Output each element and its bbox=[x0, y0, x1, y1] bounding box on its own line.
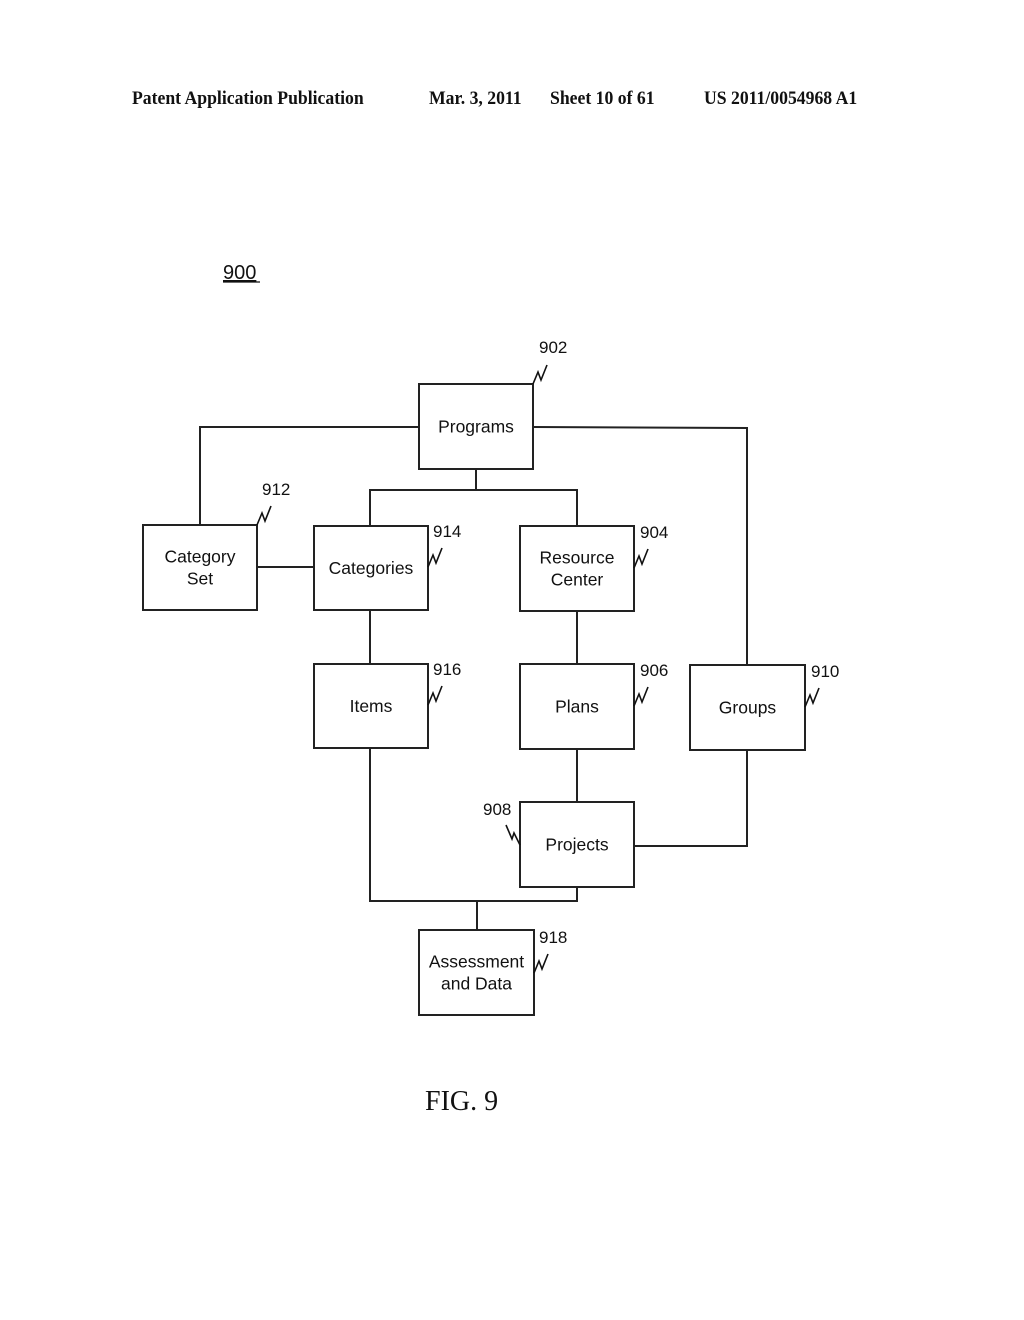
node-label-assessment-data: and Data bbox=[441, 974, 512, 994]
reference-numeral-914: 914 bbox=[433, 522, 461, 541]
node-label-plans: Plans bbox=[555, 697, 599, 717]
node-label-projects: Projects bbox=[545, 835, 608, 855]
node-label-items: Items bbox=[350, 696, 393, 716]
lead-line-squiggle-icon bbox=[533, 953, 549, 974]
node-plans: Plans 906 bbox=[519, 661, 668, 750]
node-box-category-set bbox=[142, 524, 258, 611]
edge-groups-projects bbox=[634, 750, 748, 847]
lead-line-squiggle-icon bbox=[427, 685, 443, 706]
edge-programs-category-set bbox=[199, 426, 419, 525]
node-label-assessment-data: Assessment bbox=[429, 952, 524, 972]
lead-line-squiggle-icon bbox=[505, 824, 521, 846]
reference-numeral-904: 904 bbox=[640, 523, 668, 542]
reference-numeral-902: 902 bbox=[539, 338, 567, 357]
node-items: Items 916 bbox=[313, 660, 461, 749]
lead-line-squiggle-icon bbox=[804, 687, 820, 708]
lead-line-squiggle-icon bbox=[633, 548, 649, 569]
figure-caption: FIG. 9 bbox=[425, 1086, 498, 1117]
node-box-assessment-data bbox=[418, 929, 535, 1016]
node-label-resource-center: Resource bbox=[540, 548, 615, 568]
node-label-resource-center: Center bbox=[551, 570, 604, 590]
edge-programs-categories-resource bbox=[369, 489, 578, 527]
lead-line-squiggle-icon bbox=[256, 505, 272, 526]
node-label-categories: Categories bbox=[329, 558, 414, 578]
node-resource-center: ResourceCenter 904 bbox=[519, 523, 668, 612]
lead-line-squiggle-icon bbox=[427, 547, 443, 568]
node-label-programs: Programs bbox=[438, 417, 514, 437]
node-assessment-data: Assessmentand Data 918 bbox=[418, 928, 567, 1016]
lead-line-squiggle-icon bbox=[532, 364, 548, 385]
node-box-resource-center bbox=[519, 525, 635, 612]
node-label-category-set: Category bbox=[164, 547, 235, 567]
flow-diagram: 900 Programs 902 ResourceCenter 904 Plans 906… bbox=[142, 262, 839, 1117]
reference-numeral-918: 918 bbox=[539, 928, 567, 947]
reference-numeral-906: 906 bbox=[640, 661, 668, 680]
node-label-category-set: Set bbox=[187, 569, 213, 589]
node-label-groups: Groups bbox=[719, 698, 777, 718]
reference-numeral-916: 916 bbox=[433, 660, 461, 679]
node-categories: Categories 914 bbox=[313, 522, 461, 611]
lead-line-squiggle-icon bbox=[633, 686, 649, 707]
reference-numeral-908: 908 bbox=[483, 800, 511, 819]
reference-numeral-910: 910 bbox=[811, 662, 839, 681]
node-programs: Programs 902 bbox=[418, 338, 567, 470]
node-projects: Projects 908 bbox=[483, 800, 635, 888]
reference-numeral-912: 912 bbox=[262, 480, 290, 499]
figure-reference: 900 bbox=[223, 262, 256, 284]
node-groups: Groups 910 bbox=[689, 662, 839, 751]
node-category-set: CategorySet 912 bbox=[142, 480, 290, 611]
